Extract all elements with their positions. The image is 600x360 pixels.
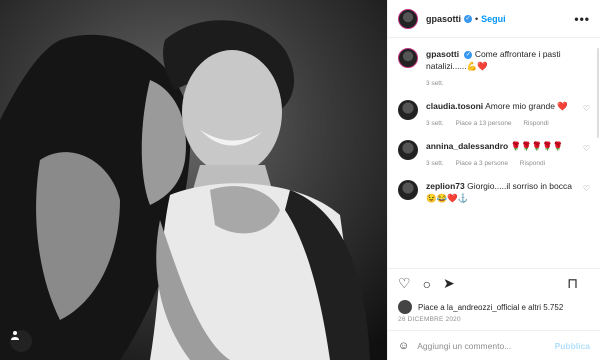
reply-button[interactable]: Rispondi xyxy=(523,120,548,127)
share-send-icon[interactable]: ➤ xyxy=(443,275,455,292)
comments-scrollbar[interactable] xyxy=(597,48,599,138)
verified-icon: ✓ xyxy=(464,14,472,23)
commenter-username[interactable]: zeplion73 xyxy=(426,181,465,191)
commenter-username[interactable]: claudia.tosoni xyxy=(426,101,483,111)
tagged-people-button[interactable] xyxy=(10,330,32,352)
likes-count[interactable]: Piace a la_andreozzi_official e altri 5.… xyxy=(418,303,563,312)
commenter-avatar[interactable] xyxy=(398,180,418,200)
comment-likes[interactable]: Piace a 3 persone xyxy=(456,160,508,167)
caption-time[interactable]: 3 sett. xyxy=(426,80,444,87)
commenter-avatar[interactable] xyxy=(398,140,418,160)
caption-avatar[interactable] xyxy=(398,48,418,68)
post-sidebar: gpasotti ✓ • Segui ••• gpasotti ✓ Come a… xyxy=(387,0,600,360)
comment-like-icon[interactable]: ♡ xyxy=(583,144,590,153)
comment-bubble-icon[interactable]: ○ xyxy=(423,276,431,292)
post-header: gpasotti ✓ • Segui ••• xyxy=(388,0,600,38)
reply-button[interactable]: Rispondi xyxy=(520,160,545,167)
separator-dot: • xyxy=(475,13,479,24)
comment-time[interactable]: 3 sett. xyxy=(426,160,444,167)
instagram-post-modal: gpasotti ✓ • Segui ••• gpasotti ✓ Come a… xyxy=(0,0,600,360)
comment-like-icon[interactable]: ♡ xyxy=(583,184,590,193)
comment-item: zeplion73 Giorgio.....il sorriso in bocc… xyxy=(398,180,590,204)
emoji-icon[interactable]: ☺ xyxy=(398,340,409,352)
photo-illustration xyxy=(0,0,387,360)
author-username[interactable]: gpasotti xyxy=(426,14,461,24)
follow-button[interactable]: Segui xyxy=(481,14,506,24)
liker-avatar[interactable] xyxy=(398,300,412,314)
commenter-username[interactable]: annina_dalessandro xyxy=(426,141,508,151)
add-comment-bar: ☺ Aggiungi un commento... Pubblica xyxy=(388,330,600,360)
publish-button[interactable]: Pubblica xyxy=(555,341,590,351)
comment-item: claudia.tosoni Amore mio grande ❤️ 3 set… xyxy=(398,100,590,130)
comment-text: 🌹🌹🌹🌹🌹 xyxy=(510,141,564,151)
commenter-avatar[interactable] xyxy=(398,100,418,120)
person-icon xyxy=(11,331,19,340)
likes-row: Piace a la_andreozzi_official e altri 5.… xyxy=(388,298,600,316)
post-date[interactable]: 26 DICEMBRE 2020 xyxy=(388,316,600,330)
caption-comment: gpasotti ✓ Come affrontare i pasti natal… xyxy=(398,48,590,90)
comment-text: Amore mio grande ❤️ xyxy=(485,101,568,111)
comments-list[interactable]: gpasotti ✓ Come affrontare i pasti natal… xyxy=(388,38,600,268)
save-bookmark-icon[interactable]: ⊓ xyxy=(567,275,578,292)
author-avatar[interactable] xyxy=(398,8,418,29)
caption-username[interactable]: gpasotti xyxy=(426,49,459,59)
like-heart-icon[interactable]: ♡ xyxy=(398,275,411,292)
more-options-icon[interactable]: ••• xyxy=(574,12,590,26)
comment-like-icon[interactable]: ♡ xyxy=(583,104,590,113)
comment-item: annina_dalessandro 🌹🌹🌹🌹🌹 3 sett. Piace a… xyxy=(398,140,590,170)
post-photo[interactable] xyxy=(0,0,387,360)
comment-input[interactable]: Aggiungi un commento... xyxy=(417,341,511,351)
comment-likes[interactable]: Piace a 13 persone xyxy=(456,120,512,127)
comment-time[interactable]: 3 sett. xyxy=(426,120,444,127)
post-actions: ♡ ○ ➤ ⊓ xyxy=(388,268,600,298)
verified-icon: ✓ xyxy=(464,50,473,59)
